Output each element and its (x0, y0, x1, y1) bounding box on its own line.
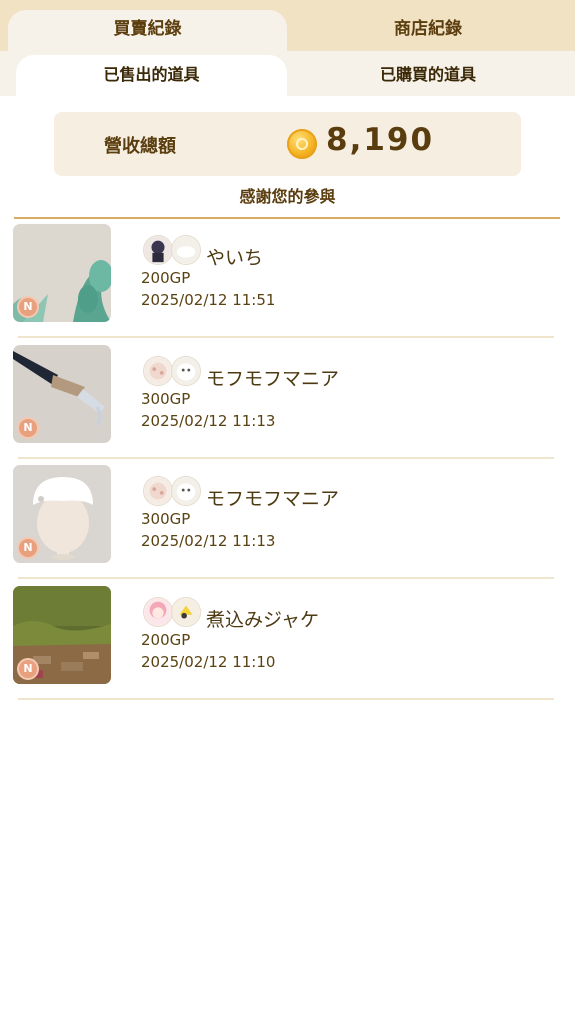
revenue-value: 8,190 (326, 122, 435, 158)
list-item[interactable]: N モフモフマニア 300GP 2025/02/12 11:13 (0, 459, 575, 579)
thanks-message: 感謝您的參與 (239, 187, 336, 206)
rarity-badge: N (17, 537, 39, 559)
avatar (143, 356, 173, 386)
item-price: 300GP (141, 510, 191, 528)
tab-trade-history[interactable]: 買賣紀錄 (8, 10, 287, 51)
tab-bought-items[interactable]: 已購買的道具 (290, 55, 566, 96)
rarity-badge: N (17, 296, 39, 318)
item-price: 200GP (141, 631, 191, 649)
sub-tab-bar: 已售出的道具 已購買的道具 (0, 51, 575, 96)
item-thumbnail[interactable]: N (13, 345, 111, 443)
rarity-badge: N (17, 417, 39, 439)
rarity-badge: N (17, 658, 39, 680)
revenue-label: 營收總額 (104, 136, 176, 157)
avatar (171, 476, 201, 506)
item-date: 2025/02/12 11:51 (141, 291, 276, 309)
tab-sold-items[interactable]: 已售出的道具 (16, 55, 287, 96)
item-price: 300GP (141, 390, 191, 408)
avatar (171, 597, 201, 627)
list-item[interactable]: N 煮込みジャケ 200GP 2025/02/12 11:10 (0, 580, 575, 700)
user-name[interactable]: モフモフマニア (206, 484, 339, 511)
user-name[interactable]: やいち (206, 243, 263, 270)
user-name[interactable]: 煮込みジャケ (206, 605, 319, 632)
list-item[interactable]: N モフモフマニア 300GP 2025/02/12 11:13 (0, 339, 575, 459)
item-thumbnail[interactable]: N (13, 224, 111, 322)
item-date: 2025/02/12 11:13 (141, 412, 276, 430)
user-avatars (143, 235, 203, 267)
tab-shop-history[interactable]: 商店紀錄 (290, 10, 566, 51)
avatar (143, 476, 173, 506)
user-avatars (143, 597, 203, 629)
row-divider (18, 698, 554, 700)
avatar (143, 597, 173, 627)
item-date: 2025/02/12 11:10 (141, 653, 276, 671)
user-avatars (143, 356, 203, 388)
user-avatars (143, 476, 203, 508)
top-tab-bar: 買賣紀錄 商店紀錄 (0, 0, 575, 51)
item-thumbnail[interactable]: N (13, 465, 111, 563)
item-date: 2025/02/12 11:13 (141, 532, 276, 550)
list-item[interactable]: N やいち 200GP 2025/02/12 11:51 (0, 218, 575, 338)
row-divider (18, 577, 554, 579)
item-thumbnail[interactable]: N (13, 586, 111, 684)
avatar (171, 235, 201, 265)
row-divider (18, 336, 554, 338)
user-name[interactable]: モフモフマニア (206, 364, 339, 391)
item-price: 200GP (141, 269, 191, 287)
revenue-summary: 營收總額 8,190 (54, 112, 521, 176)
gold-coin-icon (287, 129, 317, 159)
avatar (171, 356, 201, 386)
avatar (143, 235, 173, 265)
